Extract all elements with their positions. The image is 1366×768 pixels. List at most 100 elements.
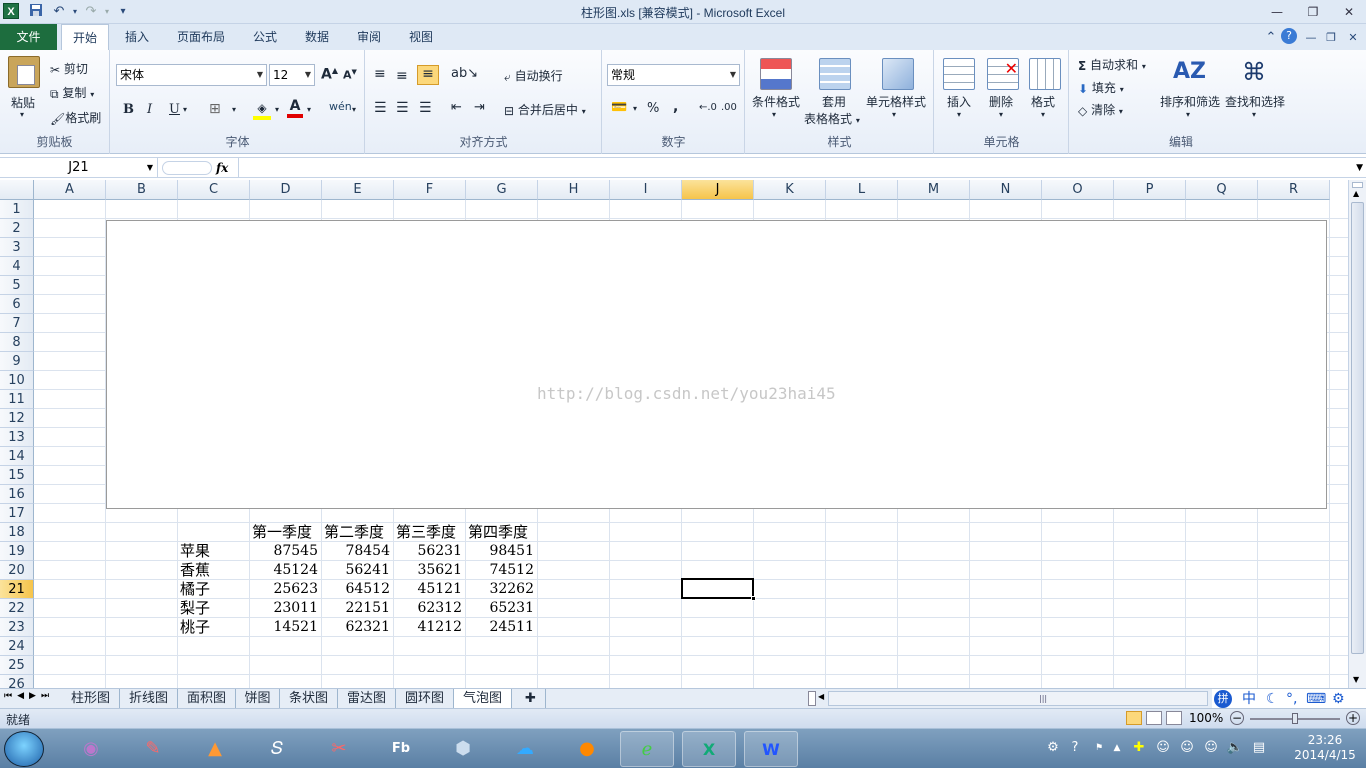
increase-indent-icon[interactable]: ⇥ — [474, 100, 485, 115]
tray-flag-icon[interactable]: ⚑ — [1090, 739, 1108, 757]
tab-view[interactable]: 视图 — [399, 24, 443, 50]
orientation-icon[interactable]: ab↘ — [451, 66, 478, 81]
help-icon[interactable]: ? — [1281, 28, 1297, 44]
sheet-tab[interactable]: 圆环图 — [396, 689, 454, 708]
table-cell[interactable]: 62321 — [322, 618, 390, 637]
table-cell[interactable]: 41212 — [394, 618, 462, 637]
table-header[interactable]: 第四季度 — [468, 523, 528, 542]
table-row-label[interactable]: 梨子 — [180, 599, 210, 618]
font-size-select[interactable]: 12 ▼ — [269, 64, 315, 86]
table-row-label[interactable]: 橘子 — [180, 580, 210, 599]
table-format-button-line1[interactable]: 套用 — [822, 93, 846, 110]
italic-button[interactable]: I — [147, 102, 152, 117]
shrink-font-button[interactable]: A▼ — [343, 68, 357, 82]
formula-input[interactable] — [238, 158, 1348, 178]
underline-dropdown-icon[interactable]: ▾ — [183, 105, 187, 114]
align-right-icon[interactable]: ☰ — [419, 100, 432, 116]
box-taskbar-icon[interactable]: ⬢ — [436, 731, 490, 767]
increase-decimal-icon[interactable]: ←.0 — [699, 102, 717, 113]
table-row-label[interactable]: 香蕉 — [180, 561, 210, 580]
split-box[interactable] — [1352, 182, 1363, 188]
find-select-button[interactable]: 查找和选择 — [1225, 93, 1285, 110]
delete-dropdown-icon[interactable]: ▾ — [999, 110, 1003, 119]
table-cell[interactable]: 45121 — [394, 580, 462, 599]
underline-button[interactable]: U — [169, 102, 180, 117]
matlab-taskbar-icon[interactable]: ▲ — [188, 731, 242, 767]
row-header-22[interactable]: 22 — [0, 599, 34, 618]
row-header-11[interactable]: 11 — [0, 390, 34, 409]
row-header-9[interactable]: 9 — [0, 352, 34, 371]
row-header-7[interactable]: 7 — [0, 314, 34, 333]
align-left-icon[interactable]: ☰ — [374, 100, 387, 116]
normal-view-icon[interactable] — [1126, 711, 1142, 725]
row-header-6[interactable]: 6 — [0, 295, 34, 314]
row-header-13[interactable]: 13 — [0, 428, 34, 447]
sheet-nav-icons[interactable]: ⏮◀▶⏭ — [4, 691, 54, 701]
page-layout-view-icon[interactable] — [1146, 711, 1162, 725]
paste-dropdown-icon[interactable]: ▾ — [20, 110, 24, 119]
table-format-icon[interactable] — [819, 58, 851, 90]
ime-logo-icon[interactable]: 拼 — [1214, 690, 1232, 708]
eclipse-taskbar-icon[interactable]: ◉ — [64, 731, 118, 767]
phonetic-icon[interactable]: wén — [329, 100, 352, 113]
insert-cells-icon[interactable] — [943, 58, 975, 90]
tab-home[interactable]: 开始 — [61, 24, 109, 51]
font-name-select[interactable]: 宋体 ▼ — [116, 64, 267, 86]
copy-button[interactable]: ⧉ 复制 ▾ — [50, 84, 94, 102]
close-button[interactable]: ✕ — [1336, 2, 1362, 22]
table-cell[interactable]: 24511 — [466, 618, 534, 637]
autosum-button[interactable]: Σ 自动求和 ▾ — [1078, 56, 1146, 74]
tray-qq3-icon[interactable]: ☺ — [1202, 739, 1220, 757]
table-cell[interactable]: 65231 — [466, 599, 534, 618]
select-all-corner[interactable] — [0, 180, 34, 200]
excel-taskbar-icon[interactable]: X — [682, 731, 736, 767]
expand-formula-icon[interactable]: ▼ — [1356, 158, 1363, 178]
binoculars-icon[interactable]: ⌘ — [1238, 56, 1270, 88]
grow-font-button[interactable]: A▲ — [321, 66, 338, 83]
tab-split-handle[interactable] — [808, 691, 816, 706]
table-cell[interactable]: 25623 — [250, 580, 318, 599]
tray-qq-icon[interactable]: ☺ — [1154, 739, 1172, 757]
delete-button[interactable]: 删除 — [989, 93, 1013, 110]
find-dropdown-icon[interactable]: ▾ — [1252, 110, 1256, 119]
row-header-23[interactable]: 23 — [0, 618, 34, 637]
tray-plus-icon[interactable]: ✚ — [1130, 739, 1148, 757]
minimize-button[interactable]: — — [1264, 2, 1290, 22]
chart-area[interactable]: http://blog.csdn.net/you23hai45 — [106, 220, 1327, 509]
row-header-18[interactable]: 18 — [0, 523, 34, 542]
zoom-level[interactable]: 100% — [1189, 711, 1223, 725]
collapse-ribbon-icon[interactable]: ⌃ — [1262, 29, 1280, 47]
table-cell[interactable]: 45124 — [250, 561, 318, 580]
column-header-e[interactable]: E — [322, 180, 394, 200]
maximize-button[interactable]: ❐ — [1300, 2, 1326, 22]
cut-button[interactable]: ✂ 剪切 — [50, 60, 88, 78]
wrap-text-button[interactable]: ⤶ 自动换行 — [504, 67, 563, 85]
column-header-g[interactable]: G — [466, 180, 538, 200]
scroll-down-icon[interactable]: ▼ — [1353, 675, 1359, 684]
table-cell[interactable]: 87545 — [250, 542, 318, 561]
format-button[interactable]: 格式 — [1031, 93, 1055, 110]
paste-button[interactable]: 粘贴 — [11, 94, 35, 111]
fill-color-dropdown-icon[interactable]: ▾ — [275, 105, 279, 114]
scroll-up-icon[interactable]: ▲ — [1353, 189, 1359, 198]
active-cell[interactable] — [681, 578, 756, 601]
decrease-decimal-icon[interactable]: .00 — [721, 102, 737, 113]
worksheet-grid[interactable]: ABCDEFGHIJKLMNOPQR 1 2 3 4 5 6 7 8 9 10 11 12 13 14 15… — [0, 180, 1348, 688]
tray-expand-icon[interactable]: ▲ — [1108, 739, 1126, 757]
firefox-taskbar-icon[interactable]: ● — [560, 731, 614, 767]
fill-handle[interactable] — [751, 596, 756, 601]
tab-file[interactable]: 文件 — [0, 24, 57, 50]
row-header-5[interactable]: 5 — [0, 276, 34, 295]
row-header-2[interactable]: 2 — [0, 219, 34, 238]
vertical-scroll-thumb[interactable] — [1351, 202, 1364, 654]
conditional-format-button[interactable]: 条件格式 — [752, 93, 800, 110]
table-row-label[interactable]: 桃子 — [180, 618, 210, 637]
column-header-l[interactable]: L — [826, 180, 898, 200]
table-cell[interactable]: 35621 — [394, 561, 462, 580]
flash-builder-taskbar-icon[interactable]: Fb — [374, 731, 428, 767]
table-cell[interactable]: 62312 — [394, 599, 462, 618]
table-cell[interactable]: 23011 — [250, 599, 318, 618]
workbook-restore-button[interactable]: ❐ — [1322, 29, 1340, 47]
fill-color-button[interactable]: ◈ — [253, 100, 271, 120]
clear-button[interactable]: ◇ 清除 ▾ — [1078, 101, 1123, 119]
